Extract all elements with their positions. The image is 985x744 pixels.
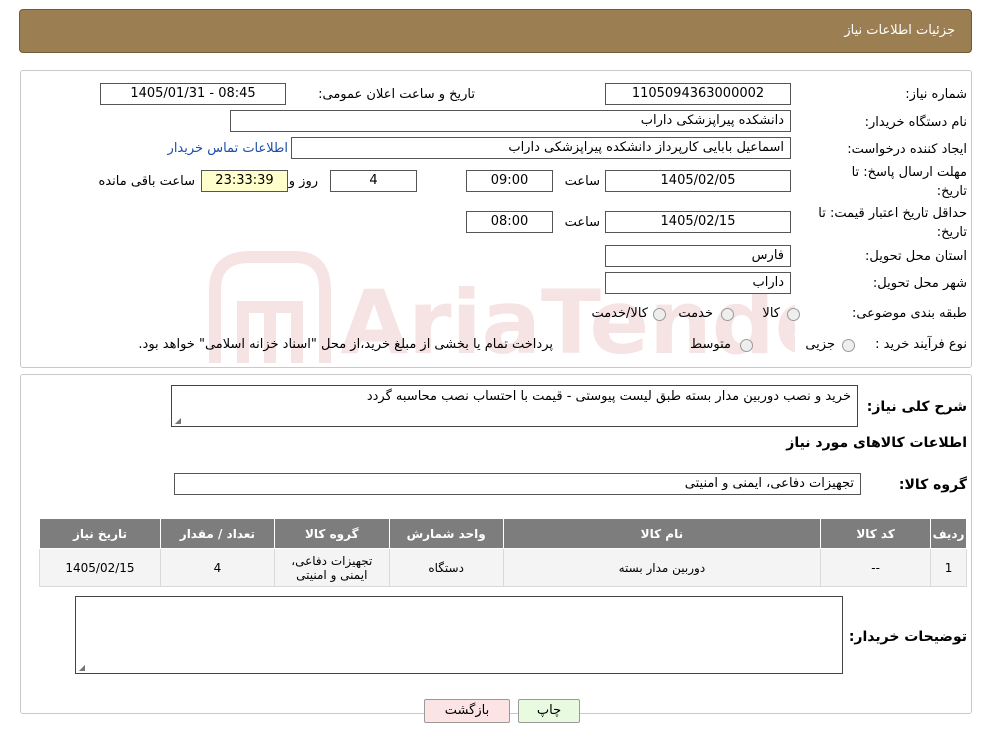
buyer-notes-label: توضیحات خریدار:: [848, 629, 967, 645]
creator-label: ایجاد کننده درخواست:: [847, 142, 967, 157]
announce-label: تاریخ و ساعت اعلان عمومی:: [318, 87, 475, 102]
validity-time-field: 08:00: [466, 211, 553, 233]
validity-label-line1: حداقل تاریخ اعتبار قیمت: تا: [818, 206, 967, 221]
col-item-name: نام کالا: [502, 518, 822, 549]
col-unit: واحد شمارش: [388, 518, 504, 549]
deadline-date-field: 1405/02/05: [605, 170, 791, 192]
deadline-label-line1: مهلت ارسال پاسخ: تا: [851, 165, 967, 180]
buyer-contact-link[interactable]: اطلاعات تماس خریدار: [168, 141, 288, 156]
cell-row-number: 1: [930, 548, 967, 587]
cell-quantity: 4: [159, 548, 275, 587]
process-medium-label: متوسط: [690, 337, 731, 352]
creator-field: اسماعیل بابایی کارپرداز دانشکده پیراپزشک…: [291, 137, 791, 159]
goods-group-label: گروه کالا:: [898, 477, 967, 493]
cell-need-date: 1405/02/15: [39, 548, 161, 587]
process-medium-radio[interactable]: [740, 339, 753, 352]
goods-group-field: تجهیزات دفاعی، ایمنی و امنیتی: [174, 473, 861, 495]
remaining-time-field: 23:33:39: [201, 170, 288, 192]
need-number-label: شماره نیاز:: [905, 87, 967, 102]
buyer-org-field: دانشکده پیراپزشکی داراب: [230, 110, 791, 132]
category-label: طبقه بندی موضوعی:: [851, 306, 967, 321]
deadline-time-field: 09:00: [466, 170, 553, 192]
table-row: 1 -- دوربین مدار بسته دستگاه تجهیزات دفا…: [39, 548, 967, 587]
city-label: شهر محل تحویل:: [872, 276, 967, 291]
back-button[interactable]: بازگشت: [424, 699, 510, 723]
col-item-group: گروه کالا: [273, 518, 390, 549]
cell-item-group: تجهیزات دفاعی، ایمنی و امنیتی: [273, 548, 390, 587]
buyer-notes-textarea[interactable]: ◢: [75, 596, 843, 674]
resize-handle-icon[interactable]: ◢: [173, 417, 181, 425]
page-title: جزئیات اطلاعات نیاز: [844, 23, 955, 38]
remaining-time-label: ساعت باقی مانده: [98, 174, 195, 189]
items-table: ردیف کد کالا نام کالا واحد شمارش گروه کا…: [39, 518, 967, 587]
goods-info-title: اطلاعات کالاهای مورد نیاز: [786, 435, 967, 451]
category-goods-label: کالا: [762, 306, 780, 321]
cell-item-name: دوربین مدار بسته: [502, 548, 822, 587]
cell-item-code: --: [820, 548, 932, 587]
table-header-row: ردیف کد کالا نام کالا واحد شمارش گروه کا…: [39, 518, 967, 549]
validity-date-field: 1405/02/15: [605, 211, 791, 233]
col-quantity: تعداد / مقدار: [159, 518, 275, 549]
deadline-time-label: ساعت: [564, 174, 600, 189]
page-header: جزئیات اطلاعات نیاز: [19, 9, 972, 53]
process-note: پرداخت تمام یا بخشی از مبلغ خرید،از محل …: [138, 337, 553, 352]
province-field: فارس: [605, 245, 791, 267]
validity-label-line2: تاریخ:: [936, 225, 967, 240]
description-textarea: خرید و نصب دوربین مدار بسته طبق لیست پیو…: [171, 385, 858, 427]
deadline-label-line2: تاریخ:: [936, 184, 967, 199]
category-service-radio[interactable]: [721, 308, 734, 321]
buyer-org-label: نام دستگاه خریدار:: [864, 115, 967, 130]
category-goods-service-label: کالا/خدمت: [591, 306, 648, 321]
cell-unit: دستگاه: [388, 548, 504, 587]
announce-datetime-field: 1405/01/31 - 08:45: [100, 83, 286, 105]
col-row-number: ردیف: [930, 518, 967, 549]
days-label: روز و: [288, 174, 318, 189]
process-minor-label: جزیی: [805, 337, 835, 352]
category-goods-service-radio[interactable]: [653, 308, 666, 321]
process-minor-radio[interactable]: [842, 339, 855, 352]
print-button[interactable]: چاپ: [518, 699, 580, 723]
description-label: شرح کلی نیاز:: [866, 399, 967, 415]
days-remaining-field: 4: [330, 170, 417, 192]
col-need-date: تاریخ نیاز: [39, 518, 161, 549]
category-service-label: خدمت: [678, 306, 713, 321]
need-number-field: 1105094363000002: [605, 83, 791, 105]
resize-handle-icon[interactable]: ◢: [77, 664, 85, 672]
process-type-label: نوع فرآیند خرید :: [875, 337, 967, 352]
description-text: خرید و نصب دوربین مدار بسته طبق لیست پیو…: [366, 389, 851, 404]
category-goods-radio[interactable]: [787, 308, 800, 321]
col-item-code: کد کالا: [820, 518, 932, 549]
validity-time-label: ساعت: [564, 215, 600, 230]
city-field: داراب: [605, 272, 791, 294]
province-label: استان محل تحویل:: [865, 249, 967, 264]
